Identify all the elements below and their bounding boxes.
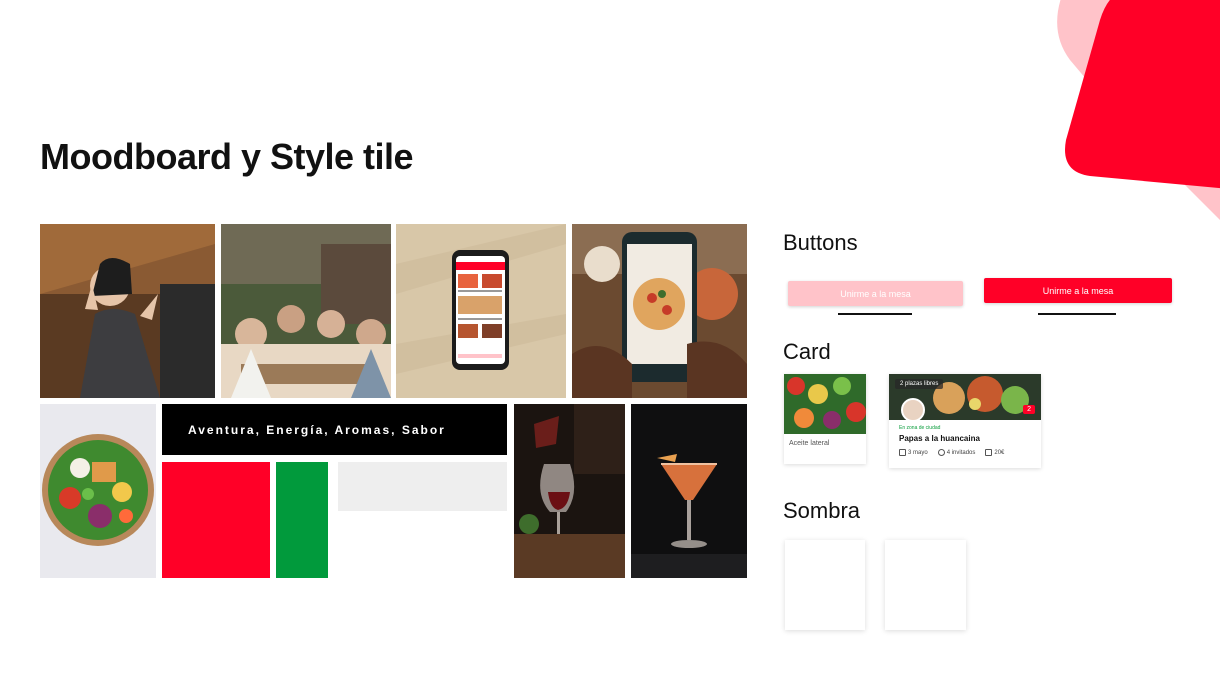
small-card[interactable]: Aceite lateral [784, 374, 866, 464]
free-seats-badge: 2 plazas libres [895, 379, 944, 389]
salad-bowl-photo [40, 404, 156, 578]
meta-price: 20€ [985, 449, 1004, 456]
cocktail-glass-photo [631, 404, 747, 578]
event-name: Papas a la huancaina [899, 434, 980, 443]
event-card[interactable]: 2 plazas libres 2 En zona de ciudad Papa… [889, 374, 1041, 468]
page-title: Moodboard y Style tile [40, 136, 414, 177]
meta-date: 3 mayo [899, 449, 928, 456]
color-swatch-red [162, 462, 270, 578]
meta-guests: 4 invitados [937, 449, 975, 456]
card-heading: Card [783, 339, 831, 364]
buttons-heading: Buttons [783, 230, 858, 255]
phone-photographing-pizza-photo [572, 224, 747, 398]
join-table-button-solid[interactable]: Unirme a la mesa [984, 278, 1172, 303]
button-light-underline [838, 313, 912, 315]
count-badge: 2 [1023, 405, 1035, 414]
join-table-button-light[interactable]: Unirme a la mesa [788, 281, 963, 306]
calendar-icon [899, 449, 906, 456]
woman-peace-sign-photo [40, 224, 215, 398]
wine-pour-photo [514, 404, 625, 578]
event-meta: 3 mayo 4 invitados 20€ [889, 443, 1041, 456]
people-icon [937, 449, 945, 456]
small-card-image [784, 374, 866, 434]
phone-app-mockup-photo [396, 224, 566, 398]
host-avatar [901, 398, 925, 422]
button-solid-underline [1038, 313, 1116, 315]
small-card-label: Aceite lateral [789, 440, 830, 447]
shadow-sample-2 [885, 540, 966, 630]
shadow-sample-1 [785, 540, 865, 630]
receipt-icon [985, 449, 993, 456]
friends-toast-garden-photo [221, 224, 391, 398]
mood-keywords-banner: Aventura, Energía, Aromas, Sabor [162, 404, 507, 455]
color-swatch-green [276, 462, 328, 578]
shadow-heading: Sombra [783, 498, 861, 523]
color-swatch-gray [338, 462, 507, 511]
